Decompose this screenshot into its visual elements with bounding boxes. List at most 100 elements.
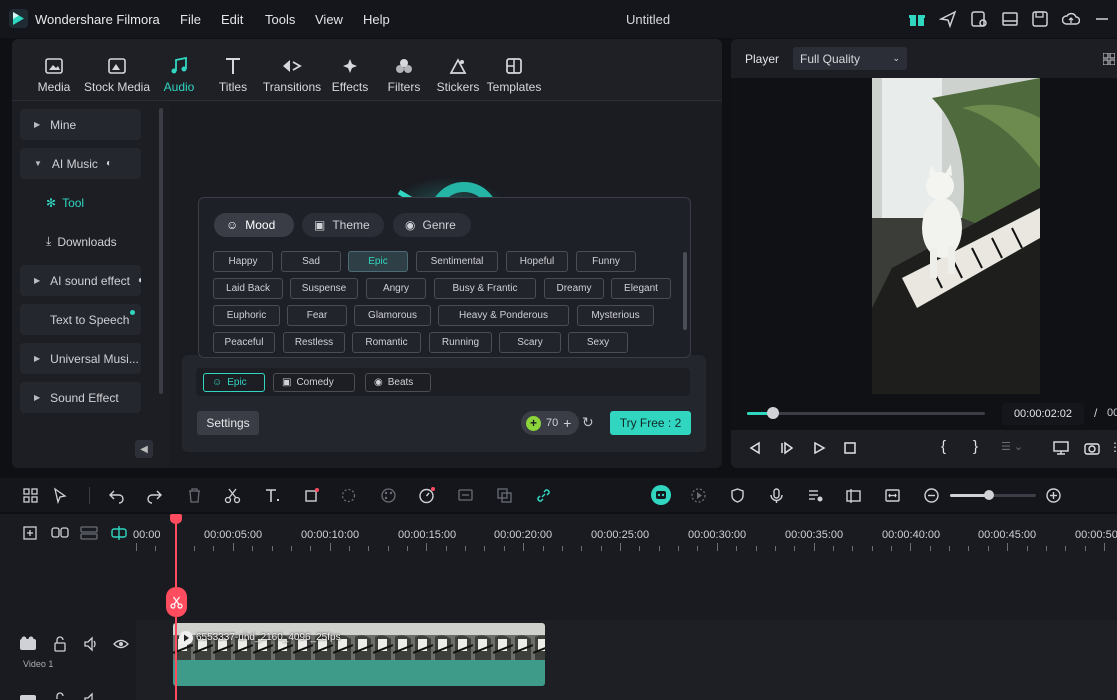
- mood-chip[interactable]: Sad: [281, 251, 341, 272]
- mute-track-icon[interactable]: [83, 692, 99, 700]
- sidebar-item-ai-sound-effect[interactable]: ▶AI sound effect ◐: [20, 265, 141, 296]
- mood-chip-selected[interactable]: Epic: [348, 251, 408, 272]
- magnetic-timeline-icon[interactable]: [110, 525, 128, 541]
- redo-icon[interactable]: [146, 487, 163, 504]
- add-credits-icon[interactable]: +: [563, 415, 571, 431]
- save-icon[interactable]: [1031, 10, 1049, 28]
- mood-chip[interactable]: Euphoric: [213, 305, 280, 326]
- mood-chip[interactable]: Suspense: [290, 278, 358, 299]
- tab-transitions[interactable]: Transitions: [262, 55, 322, 94]
- camera-icon[interactable]: [1084, 440, 1100, 456]
- playhead-handle[interactable]: [170, 514, 182, 524]
- zoom-slider-track[interactable]: [950, 490, 1036, 500]
- speed-ramp-icon[interactable]: [418, 487, 435, 504]
- track-manager-icon[interactable]: [80, 525, 98, 541]
- link-tracks-icon[interactable]: [51, 525, 69, 541]
- selected-chip-beats[interactable]: ◉ Beats: [365, 373, 431, 392]
- ai-cutout-icon[interactable]: [340, 487, 357, 504]
- snapshot-options-icon[interactable]: ☰ ⌄: [1001, 440, 1031, 455]
- zoom-in-icon[interactable]: [1045, 487, 1062, 504]
- sidebar-item-ai-music[interactable]: ▼ AI Music ◐: [20, 148, 141, 179]
- sidebar-item-tool[interactable]: ✻ Tool: [20, 187, 141, 218]
- mood-chip[interactable]: Fear: [287, 305, 347, 326]
- tab-titles[interactable]: Titles: [212, 55, 254, 94]
- fit-timeline-icon[interactable]: [884, 487, 901, 504]
- tab-templates[interactable]: Templates: [486, 55, 542, 94]
- mark-in-icon[interactable]: {: [941, 438, 946, 455]
- link-icon[interactable]: [535, 487, 552, 504]
- sidebar-item-text-to-speech[interactable]: Text to Speech: [20, 304, 141, 335]
- delete-icon[interactable]: [186, 487, 203, 504]
- color-palette-icon[interactable]: [380, 487, 397, 504]
- play-frame-icon[interactable]: [780, 441, 794, 455]
- microphone-icon[interactable]: [768, 487, 785, 504]
- mood-chip[interactable]: Funny: [576, 251, 636, 272]
- mood-chip[interactable]: Dreamy: [544, 278, 604, 299]
- undo-icon[interactable]: [108, 487, 125, 504]
- tab-media[interactable]: Media: [32, 55, 76, 94]
- mute-track-icon[interactable]: [83, 636, 99, 652]
- menu-help[interactable]: Help: [363, 12, 390, 27]
- monitor-icon[interactable]: [1053, 440, 1069, 456]
- mood-chip[interactable]: Restless: [283, 332, 345, 353]
- cloud-upload-icon[interactable]: [1062, 10, 1080, 28]
- mood-popup-scrollbar[interactable]: [683, 252, 687, 330]
- mood-chip[interactable]: Angry: [366, 278, 426, 299]
- mood-chip[interactable]: Sexy: [568, 332, 628, 353]
- current-timecode[interactable]: 00:00:02:02: [1002, 403, 1084, 425]
- tab-theme[interactable]: ▣ Theme: [302, 213, 384, 237]
- account-settings-icon[interactable]: [970, 10, 988, 28]
- mood-chip[interactable]: Peaceful: [213, 332, 275, 353]
- mood-chip[interactable]: Hopeful: [506, 251, 568, 272]
- mood-chip[interactable]: Elegant: [611, 278, 671, 299]
- tab-stickers[interactable]: Stickers: [436, 55, 480, 94]
- translate-icon[interactable]: [496, 487, 513, 504]
- tab-filters[interactable]: Filters: [384, 55, 424, 94]
- playback-progress-track[interactable]: [747, 407, 985, 419]
- lock-track-icon[interactable]: [53, 636, 67, 652]
- more-options-icon[interactable]: ⋮: [1109, 440, 1117, 456]
- tab-audio[interactable]: Audio: [158, 55, 200, 94]
- mark-out-icon[interactable]: }: [973, 438, 978, 455]
- grid-menu-icon[interactable]: [1103, 53, 1115, 65]
- mood-chip[interactable]: Running: [429, 332, 492, 353]
- select-cursor-icon[interactable]: [52, 487, 69, 504]
- mood-chip[interactable]: Laid Back: [213, 278, 283, 299]
- add-track-icon[interactable]: [22, 525, 38, 541]
- mood-chip[interactable]: Mysterious: [577, 305, 654, 326]
- scissors-icon[interactable]: [224, 487, 241, 504]
- collapse-sidebar-button[interactable]: ◀: [135, 440, 153, 458]
- eye-icon[interactable]: [113, 636, 129, 652]
- selected-chip-epic[interactable]: ☺ Epic: [203, 373, 265, 392]
- mood-chip[interactable]: Heavy & Ponderous: [438, 305, 569, 326]
- layout-grid-icon[interactable]: [22, 487, 39, 504]
- menu-view[interactable]: View: [315, 12, 343, 27]
- video-clip[interactable]: 6553337-uhd_2160_4096_25fps: [173, 623, 545, 660]
- selected-chip-comedy[interactable]: ▣ Comedy: [273, 373, 355, 392]
- ai-assistant-icon[interactable]: [651, 485, 671, 505]
- render-preview-icon[interactable]: [690, 487, 707, 504]
- mood-chip[interactable]: Glamorous: [354, 305, 431, 326]
- sidebar-scrollbar[interactable]: [159, 108, 163, 394]
- tab-effects[interactable]: Effects: [330, 55, 370, 94]
- tab-genre[interactable]: ◉ Genre: [393, 213, 471, 237]
- menu-tools[interactable]: Tools: [265, 12, 295, 27]
- clip-settings-icon[interactable]: [845, 487, 862, 504]
- quality-select[interactable]: Full Quality ⌄: [793, 47, 907, 70]
- sidebar-item-sound-effect[interactable]: ▶ Sound Effect: [20, 382, 141, 413]
- zoom-slider-knob[interactable]: [983, 490, 994, 500]
- menu-edit[interactable]: Edit: [221, 12, 243, 27]
- previous-frame-icon[interactable]: [748, 441, 762, 455]
- mood-chip[interactable]: Busy & Frantic: [434, 278, 536, 299]
- crop-icon[interactable]: [303, 487, 320, 504]
- settings-button[interactable]: Settings: [197, 411, 259, 435]
- tab-stock-media[interactable]: Stock Media: [82, 55, 152, 94]
- video-preview[interactable]: [731, 78, 1117, 430]
- audio-mix-icon[interactable]: [807, 487, 824, 504]
- mood-chip[interactable]: Scary: [499, 332, 561, 353]
- try-free-button[interactable]: Try Free : 2: [610, 411, 691, 435]
- refresh-icon[interactable]: ↻: [582, 414, 596, 430]
- lock-track-icon[interactable]: [53, 692, 67, 700]
- mood-chip[interactable]: Romantic: [352, 332, 421, 353]
- sidebar-item-universal-music[interactable]: ▶ Universal Musi...: [20, 343, 141, 374]
